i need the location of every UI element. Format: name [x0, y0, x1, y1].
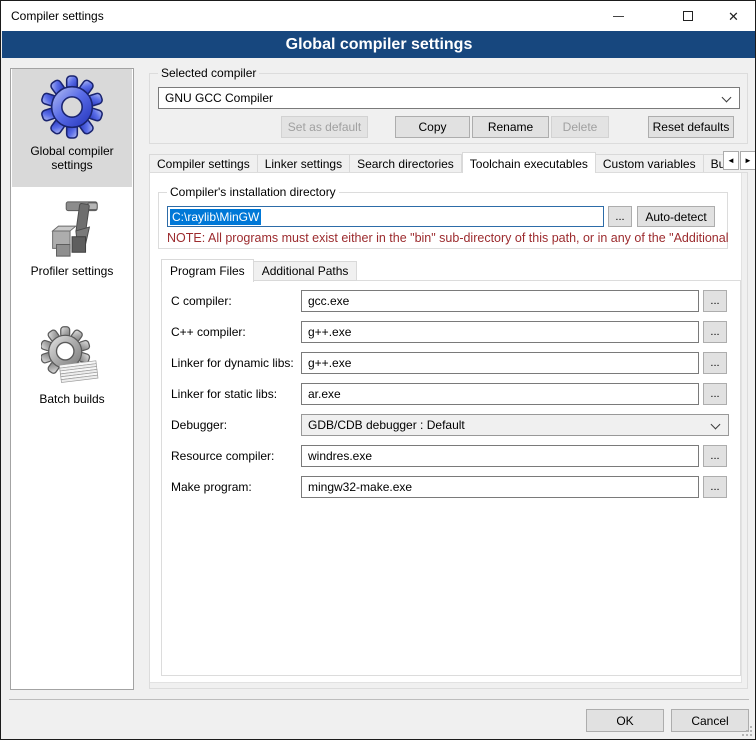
set-as-default-button[interactable]: Set as default: [281, 116, 368, 138]
settings-tabs: Compiler settings Linker settings Search…: [149, 151, 723, 173]
tab-search-directories[interactable]: Search directories: [350, 154, 462, 173]
installation-directory-input[interactable]: C:\raylib\MinGW: [167, 206, 604, 227]
installation-directory-legend: Compiler's installation directory: [167, 185, 339, 199]
tab-custom-variables[interactable]: Custom variables: [596, 154, 704, 173]
make-program-browse-button[interactable]: ...: [703, 476, 727, 498]
rename-button[interactable]: Rename: [472, 116, 549, 138]
blue-gear-icon: [41, 75, 103, 141]
resource-compiler-label: Resource compiler:: [171, 449, 274, 463]
tab-scroll-right-button[interactable]: ►: [740, 151, 756, 170]
debugger-label: Debugger:: [171, 418, 227, 432]
linker-dynamic-browse-button[interactable]: ...: [703, 352, 727, 374]
sidebar-item-global-compiler-settings[interactable]: Global compiler settings: [12, 69, 132, 187]
reset-defaults-button[interactable]: Reset defaults: [648, 116, 734, 138]
cpp-compiler-browse-button[interactable]: ...: [703, 321, 727, 343]
cancel-button[interactable]: Cancel: [671, 709, 749, 732]
cpp-compiler-label: C++ compiler:: [171, 325, 246, 339]
close-button[interactable]: ✕: [711, 1, 756, 31]
make-program-value: mingw32-make.exe: [308, 480, 412, 494]
delete-button[interactable]: Delete: [551, 116, 609, 138]
debugger-value: GDB/CDB debugger : Default: [308, 418, 465, 432]
close-icon: ✕: [728, 10, 739, 23]
linker-static-browse-button[interactable]: ...: [703, 383, 727, 405]
banner-title: Global compiler settings: [286, 36, 473, 54]
linker-static-input[interactable]: ar.exe: [301, 383, 699, 405]
maximize-button[interactable]: [665, 1, 711, 31]
tab-program-files[interactable]: Program Files: [161, 259, 254, 282]
gray-gear-papers-icon: [41, 325, 103, 389]
resource-compiler-value: windres.exe: [308, 449, 372, 463]
tab-linker-settings[interactable]: Linker settings: [258, 154, 350, 173]
resource-compiler-browse-button[interactable]: ...: [703, 445, 727, 467]
browse-directory-button[interactable]: ...: [608, 206, 632, 227]
program-files-tabs: Program Files Additional Paths: [161, 258, 357, 281]
dialog-banner: Global compiler settings: [2, 31, 756, 58]
maximize-icon: [683, 11, 693, 21]
chevron-down-icon: [711, 420, 721, 430]
cpp-compiler-input[interactable]: g++.exe: [301, 321, 699, 343]
compiler-select-value: GNU GCC Compiler: [165, 91, 273, 105]
selected-compiler-legend: Selected compiler: [158, 66, 259, 80]
settings-category-list: Global compiler settings Profiler settin…: [10, 68, 134, 690]
minimize-icon: [613, 16, 624, 17]
tab-toolchain-executables[interactable]: Toolchain executables: [462, 152, 596, 173]
installation-directory-value: C:\raylib\MinGW: [170, 209, 261, 225]
c-compiler-input[interactable]: gcc.exe: [301, 290, 699, 312]
copy-button[interactable]: Copy: [395, 116, 470, 138]
arrow-left-icon: ◄: [727, 156, 735, 165]
linker-dynamic-label: Linker for dynamic libs:: [171, 356, 294, 370]
c-compiler-browse-button[interactable]: ...: [703, 290, 727, 312]
arrow-right-icon: ►: [744, 156, 752, 165]
linker-static-value: ar.exe: [308, 387, 341, 401]
debugger-select[interactable]: GDB/CDB debugger : Default: [301, 414, 729, 436]
title-bar[interactable]: Compiler settings ✕: [1, 1, 755, 31]
compiler-settings-dialog: Compiler settings ✕ Global compiler sett…: [0, 0, 756, 740]
make-program-label: Make program:: [171, 480, 252, 494]
cpp-compiler-value: g++.exe: [308, 325, 351, 339]
sidebar-item-label: Batch builds: [12, 392, 132, 406]
make-program-input[interactable]: mingw32-make.exe: [301, 476, 699, 498]
tab-scroll-left-button[interactable]: ◄: [723, 151, 739, 170]
linker-static-label: Linker for static libs:: [171, 387, 277, 401]
chevron-down-icon: [722, 93, 732, 103]
sidebar-item-label: Global compiler settings: [12, 144, 132, 172]
compiler-select[interactable]: GNU GCC Compiler: [158, 87, 740, 109]
sidebar-item-label: Profiler settings: [12, 264, 132, 278]
minimize-button[interactable]: [595, 1, 641, 31]
c-compiler-value: gcc.exe: [308, 294, 349, 308]
tab-build-options[interactable]: Build options: [704, 154, 723, 173]
caliper-icon: [41, 197, 103, 261]
ok-button[interactable]: OK: [586, 709, 664, 732]
tab-additional-paths[interactable]: Additional Paths: [254, 261, 358, 281]
resource-compiler-input[interactable]: windres.exe: [301, 445, 699, 467]
resize-grip[interactable]: [742, 726, 752, 736]
sidebar-item-profiler-settings[interactable]: Profiler settings: [12, 191, 132, 303]
c-compiler-label: C compiler:: [171, 294, 232, 308]
sidebar-item-batch-builds[interactable]: Batch builds: [12, 319, 132, 431]
linker-dynamic-input[interactable]: g++.exe: [301, 352, 699, 374]
tab-compiler-settings[interactable]: Compiler settings: [149, 154, 258, 173]
bin-subdirectory-note: NOTE: All programs must exist either in …: [167, 231, 745, 245]
linker-dynamic-value: g++.exe: [308, 356, 351, 370]
footer-divider: [9, 699, 749, 700]
auto-detect-button[interactable]: Auto-detect: [637, 206, 715, 227]
window-title: Compiler settings: [11, 9, 104, 23]
